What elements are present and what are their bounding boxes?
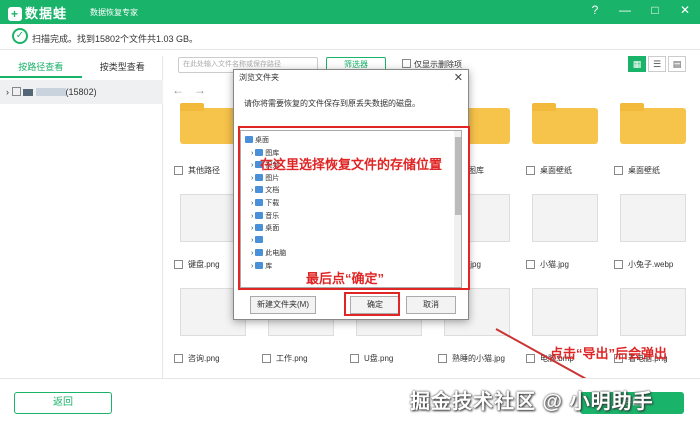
plus-icon: + [8,7,22,21]
annotation-ok-frame [344,292,400,316]
tree-root-item[interactable]: › (15802) [0,80,163,104]
annotation-click-ok: 最后点“确定” [306,271,385,286]
checkbox[interactable] [526,354,535,363]
watermark: 掘金技术社区 @ 小明助手 [410,391,654,413]
image-thumbnail[interactable] [620,288,686,336]
image-thumbnail[interactable] [532,288,598,336]
scan-status: 扫描完成。找到15802个文件共1.03 GB。 [32,34,199,44]
app-subtitle: 数据恢复专家 [90,8,138,17]
tree-count: (15802) [65,87,97,97]
checkbox[interactable] [438,354,447,363]
file-item[interactable]: 看电脑.png [610,284,696,378]
file-item[interactable]: 小兔子.webp [610,190,696,284]
folder-icon[interactable] [620,103,686,144]
file-item[interactable]: 电脑.bmp [522,284,608,378]
file-name: 熟睡的小猫.jpg [452,354,505,363]
redacted-drive-name [35,88,66,96]
file-name: 小兔子.webp [628,260,674,269]
chevron-right-icon[interactable]: › [6,87,9,97]
nav-arrows: ← → [172,83,206,97]
forward-arrow-icon[interactable]: → [194,83,206,97]
file-item[interactable]: 桌面壁纸 [610,96,696,190]
close-icon[interactable]: ✕ [454,71,463,84]
image-thumbnail[interactable] [532,194,598,242]
file-name: U盘.png [364,354,394,363]
checkbox[interactable] [350,354,359,363]
annotation-tree-frame [238,126,470,290]
checkbox[interactable] [174,260,183,269]
dialog-description: 请你将需要恢复的文件保存到原丢失数据的磁盘。 [244,99,420,108]
app-logo: + 数据蛙 [8,3,67,22]
grid-view-icon[interactable]: ▦ [628,56,646,72]
file-item[interactable]: 小猫.jpg [522,190,608,284]
dialog-title: 浏览文件夹 [234,70,468,86]
only-deleted-label: 仅显示删除项 [414,60,462,69]
image-thumbnail[interactable] [620,194,686,242]
file-name: 工作.png [276,354,308,363]
help-button[interactable]: ? [586,3,604,17]
checkbox[interactable] [614,166,623,175]
new-folder-button[interactable]: 新建文件夹(M) [250,296,316,314]
drive-icon [23,89,34,96]
file-name: 桌面壁纸 [540,166,572,175]
checkbox[interactable] [402,59,411,68]
title-bar: + 数据蛙 数据恢复专家 ? — □ ✕ [0,0,700,24]
annotation-export-popup: 点击“导出”后会弹出 [550,346,668,361]
back-button[interactable]: 返回 [14,392,112,414]
view-tabs: 按路径查看 按类型查看 [0,56,163,78]
app-name: 数据蛙 [25,6,68,21]
checkbox[interactable] [11,87,21,96]
list-view-icon[interactable]: ☰ [648,56,666,72]
file-name: 小猫.jpg [540,260,569,269]
status-bar: ✓ 扫描完成。找到15802个文件共1.03 GB。 [0,24,700,50]
cancel-button[interactable]: 取消 [406,296,456,314]
maximize-button[interactable]: □ [646,3,664,17]
checkbox[interactable] [174,166,183,175]
file-name: 桌面壁纸 [628,166,660,175]
annotation-choose-location: 在这里选择恢复文件的存储位置 [260,157,443,172]
back-arrow-icon[interactable]: ← [172,83,184,97]
file-item[interactable]: 桌面壁纸 [522,96,608,190]
checkbox[interactable] [262,354,271,363]
folder-icon[interactable] [532,103,598,144]
check-icon: ✓ [12,28,28,44]
checkbox[interactable] [526,260,535,269]
checkbox[interactable] [526,166,535,175]
tab-by-path[interactable]: 按路径查看 [0,56,82,78]
minimize-button[interactable]: — [616,3,634,17]
detail-view-icon[interactable]: ▤ [668,56,686,72]
file-name: 咨询.png [188,354,220,363]
tab-by-type[interactable]: 按类型查看 [82,56,164,78]
checkbox[interactable] [174,354,183,363]
view-mode-switch: ▦ ☰ ▤ [628,56,686,72]
sidebar [0,56,163,378]
checkbox[interactable] [614,260,623,269]
close-button[interactable]: ✕ [676,3,694,17]
